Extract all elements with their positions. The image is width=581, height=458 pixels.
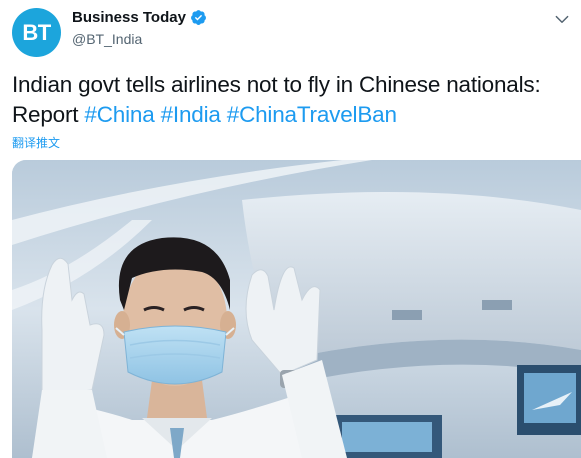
tweet-text-prefix: Report [12,102,79,127]
chevron-down-icon[interactable] [553,10,571,28]
tweet-text-line1: Indian govt tells airlines not to fly in… [12,72,541,97]
hashtag-china[interactable]: #China [84,102,154,127]
author-display-name[interactable]: Business Today [72,9,186,26]
translate-tweet-link[interactable]: 翻译推文 [12,134,60,151]
tweet-card: BT Business Today @BT_India Indian govt … [0,0,581,458]
verified-badge-icon [190,10,206,25]
tweet-photo[interactable] [12,160,581,458]
photo-illustration [12,160,581,458]
author-handle[interactable]: @BT_India [72,31,142,47]
avatar-logo-text: BT [22,19,51,45]
author-name-row: Business Today [72,9,207,26]
avatar[interactable]: BT [12,8,61,57]
tweet-text: Indian govt tells airlines not to fly in… [12,70,573,130]
hashtag-india[interactable]: #India [161,102,221,127]
hashtag-chinatravelban[interactable]: #ChinaTravelBan [227,102,397,127]
